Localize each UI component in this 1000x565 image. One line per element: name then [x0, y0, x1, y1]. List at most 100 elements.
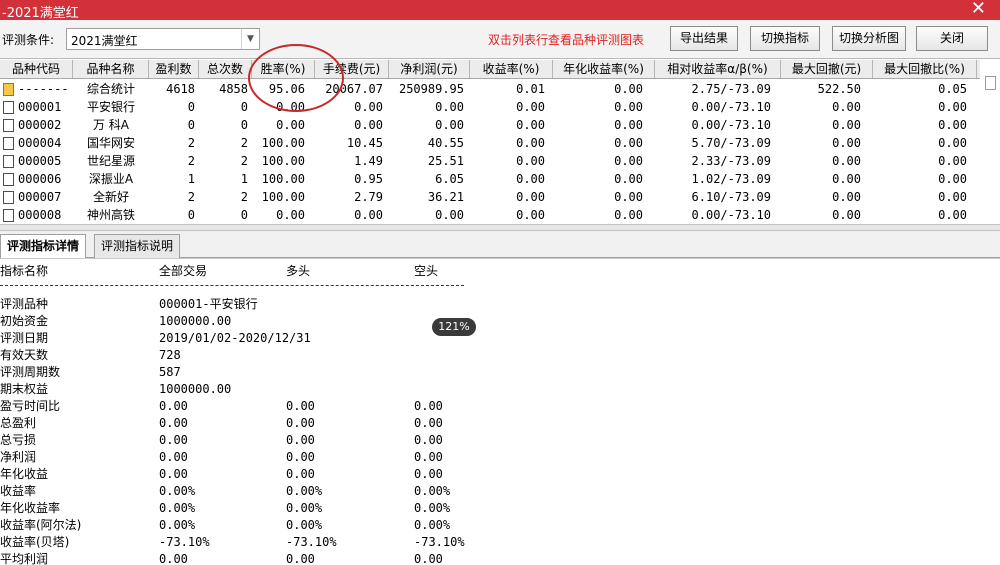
column-header-name[interactable]: 品种名称: [73, 60, 149, 78]
detail-row: 总盈利 0.00 0.00 0.00: [0, 415, 600, 432]
column-header-relative-return[interactable]: 相对收益率α/β(%): [655, 60, 781, 78]
close-icon[interactable]: ✕: [971, 0, 986, 19]
cell-total: 0: [240, 118, 248, 132]
detail-label: 评测日期: [0, 331, 49, 345]
detail-value: 0.00: [414, 450, 443, 464]
column-header-max-drawdown-ratio[interactable]: 最大回撤比(%): [873, 60, 977, 78]
hint-text: 双击列表行查看品种评测图表: [488, 33, 645, 47]
cell-name: 万 科A: [92, 118, 130, 132]
chevron-down-icon[interactable]: ▼: [241, 29, 259, 49]
column-header-return-rate[interactable]: 收益率(%): [470, 60, 553, 78]
cell-fee: 2.79: [354, 190, 383, 204]
cell-max-drawdown: 0.00: [832, 154, 861, 168]
table-row[interactable]: 000006 深振业A 1 1 100.00 0.95 6.05 0.00 0.00 1.02/-…: [0, 170, 980, 188]
cell-name: 深振业A: [88, 172, 134, 186]
detail-value: 0.00%: [414, 484, 451, 498]
table-row[interactable]: 000001 平安银行 0 0 0.00 0.00 0.00 0.00 0.00 0.00/-73…: [0, 98, 980, 116]
detail-value: 0.00%: [286, 501, 323, 515]
table-row[interactable]: 000008 神州高铁 0 0 0.00 0.00 0.00 0.00 0.00 0.00/-73…: [0, 206, 980, 224]
column-header-max-drawdown[interactable]: 最大回撤(元): [781, 60, 873, 78]
cell-net-profit: 0.00: [435, 208, 464, 222]
detail-label: 初始资金: [0, 314, 49, 328]
scrollbar[interactable]: [985, 76, 996, 90]
cell-name: 神州高铁: [86, 208, 135, 222]
detail-value: 2019/01/02-2020/12/31: [159, 331, 311, 345]
detail-row: 总亏损 0.00 0.00 0.00: [0, 432, 600, 449]
detail-value: 587: [159, 365, 181, 379]
tab-details[interactable]: 评测指标详情: [0, 234, 87, 259]
splitter[interactable]: [0, 224, 1000, 231]
cell-max-drawdown-ratio: 0.05: [938, 82, 967, 96]
cell-total: 4858: [219, 82, 248, 96]
detail-row: 年化收益率 0.00% 0.00% 0.00%: [0, 500, 600, 517]
detail-row: 初始资金 1000000.00: [0, 313, 600, 330]
cell-fee: 0.00: [354, 118, 383, 132]
doc-icon: [3, 173, 14, 186]
cell-return-rate: 0.00: [516, 118, 545, 132]
table-row[interactable]: 000004 国华网安 2 2 100.00 10.45 40.55 0.00 0.00 5.70…: [0, 134, 980, 152]
detail-value: 0.00%: [159, 484, 196, 498]
detail-row: 净利润 0.00 0.00 0.00: [0, 449, 600, 466]
detail-label: 总亏损: [0, 433, 37, 447]
detail-value: 0.00%: [414, 501, 451, 515]
detail-value: 0.00: [159, 552, 188, 565]
cell-total: 1: [240, 172, 248, 186]
cell-return-rate: 0.00: [516, 172, 545, 186]
detail-value: 1000000.00: [159, 314, 232, 328]
table-row[interactable]: 000005 世纪星源 2 2 100.00 1.49 25.51 0.00 0.00 2.33/…: [0, 152, 980, 170]
cell-return-rate: 0.00: [516, 208, 545, 222]
cell-fee: 10.45: [346, 136, 383, 150]
doc-icon: [3, 119, 14, 132]
results-grid[interactable]: 品种代码 品种名称 盈利数 总次数 胜率(%) 手续费(元) 净利润(元) 收益率(%) 年化收…: [0, 58, 1000, 224]
tab-description[interactable]: 评测指标说明: [94, 234, 181, 258]
cell-total: 2: [240, 154, 248, 168]
detail-row: 盈亏时间比 0.00 0.00 0.00: [0, 398, 600, 415]
close-button[interactable]: 关闭: [916, 26, 988, 51]
column-header-net-profit[interactable]: 净利润(元): [389, 60, 470, 78]
cell-max-drawdown-ratio: 0.00: [938, 208, 967, 222]
cell-annual-return: 0.00: [614, 136, 643, 150]
cell-max-drawdown: 0.00: [832, 190, 861, 204]
cell-code: 000002: [18, 118, 62, 132]
detail-value: 0.00%: [414, 518, 451, 532]
detail-value: 0.00: [286, 552, 315, 565]
cell-fee: 0.00: [354, 208, 383, 222]
detail-value: 1000000.00: [159, 382, 232, 396]
column-header-total[interactable]: 总次数: [199, 60, 252, 78]
toolbar: 评测条件: 2021满堂红 ▼ 双击列表行查看品种评测图表 导出结果 切换指标 …: [0, 20, 1000, 58]
export-button[interactable]: 导出结果: [670, 26, 738, 51]
cell-net-profit: 40.55: [427, 136, 464, 150]
cell-code: 000006: [18, 172, 62, 186]
cell-code: 000007: [18, 190, 62, 204]
switch-chart-button[interactable]: 切换分析图: [832, 26, 906, 51]
cell-annual-return: 0.00: [614, 100, 643, 114]
detail-value: 0.00: [159, 467, 188, 481]
detail-value: 0.00: [414, 433, 443, 447]
detail-label: 年化收益: [0, 467, 49, 481]
detail-value: 0.00: [414, 416, 443, 430]
switch-indicator-button[interactable]: 切换指标: [750, 26, 820, 51]
cell-net-profit: 6.05: [435, 172, 464, 186]
table-row[interactable]: 000002 万 科A 0 0 0.00 0.00 0.00 0.00 0.00 0.00/-73…: [0, 116, 980, 134]
detail-label: 年化收益率: [0, 501, 61, 515]
cell-fee: 0.95: [354, 172, 383, 186]
cell-code: 000005: [18, 154, 62, 168]
detail-value: 0.00: [159, 433, 188, 447]
detail-row: 收益率(贝塔) -73.10% -73.10% -73.10%: [0, 534, 600, 551]
cell-annual-return: 0.00: [614, 118, 643, 132]
table-row[interactable]: ------- 综合统计 4618 4858 95.06 20067.07 250989.9…: [0, 80, 980, 98]
column-header-code[interactable]: 品种代码: [0, 60, 73, 78]
detail-label: 收益率: [0, 484, 37, 498]
cell-max-drawdown: 0.00: [832, 118, 861, 132]
cell-wins: 0: [187, 100, 195, 114]
condition-select[interactable]: 2021满堂红 ▼: [66, 28, 260, 50]
cell-win-rate: 0.00: [276, 118, 305, 132]
cell-relative-return: 0.00/-73.10: [691, 100, 771, 114]
doc-icon: [3, 101, 14, 114]
column-header-annual-return[interactable]: 年化收益率(%): [553, 60, 655, 78]
cell-max-drawdown-ratio: 0.00: [938, 154, 967, 168]
cell-relative-return: 6.10/-73.09: [691, 190, 771, 204]
highlight-circle: [248, 44, 344, 112]
table-row[interactable]: 000007 全新好 2 2 100.00 2.79 36.21 0.00 0.00 6.10/-…: [0, 188, 980, 206]
column-header-wins[interactable]: 盈利数: [149, 60, 199, 78]
